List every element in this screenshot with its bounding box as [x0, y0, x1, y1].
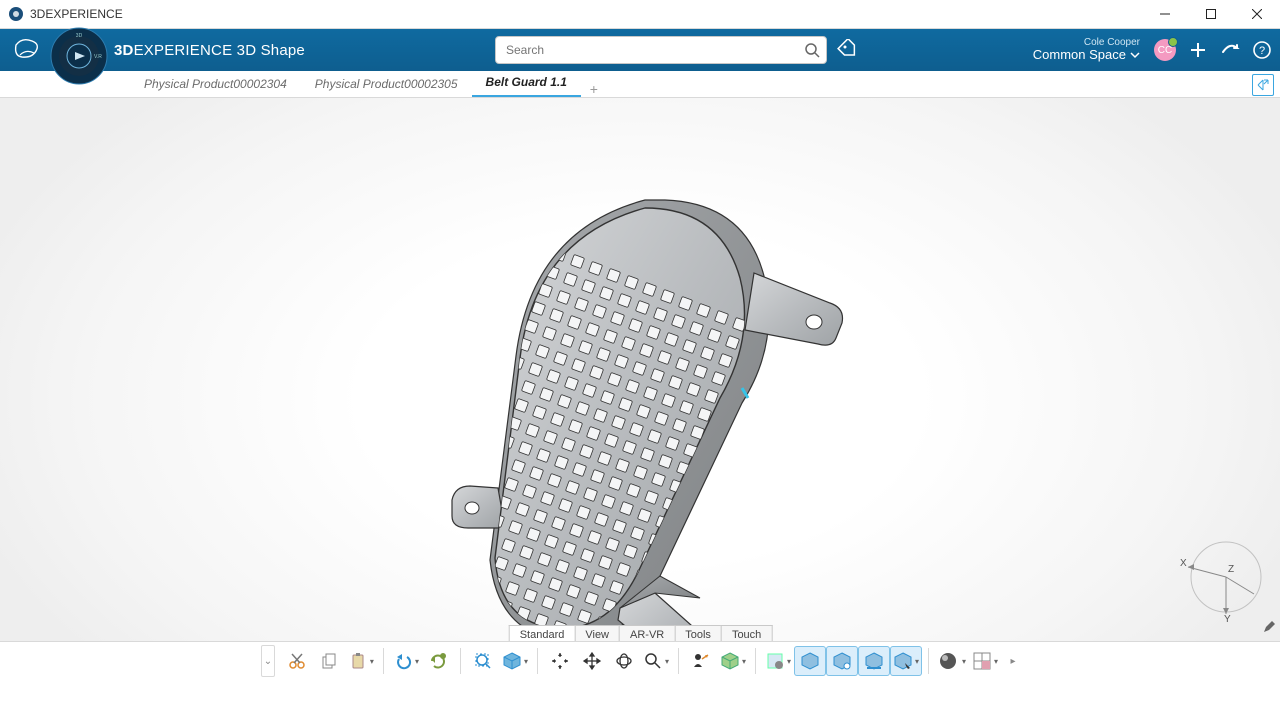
- belt-guard-model: [0, 98, 1280, 680]
- tab-add-button[interactable]: +: [581, 81, 607, 97]
- ds-logo[interactable]: [8, 29, 46, 71]
- update-button[interactable]: [422, 646, 454, 676]
- action-bar: ⌄ ▾ ▾ ▾ ▾ ▾ ▾: [0, 641, 1280, 680]
- share-button[interactable]: [1220, 40, 1240, 60]
- search-button[interactable]: [801, 39, 823, 61]
- tab-physical-product-2304[interactable]: Physical Product00002304: [130, 71, 301, 97]
- perspective-button[interactable]: [826, 646, 858, 676]
- svg-text:V.R: V.R: [94, 54, 102, 60]
- ambient-button[interactable]: [794, 646, 826, 676]
- axis-x-label: X: [1180, 558, 1187, 569]
- cut-button[interactable]: [281, 646, 313, 676]
- window-title: 3DEXPERIENCE: [30, 7, 123, 21]
- undo-button[interactable]: ▾: [390, 646, 422, 676]
- render-style-button[interactable]: ▾: [717, 646, 749, 676]
- svg-text:?: ?: [1259, 45, 1265, 57]
- document-tabbar: Physical Product00002304 Physical Produc…: [0, 71, 1280, 98]
- brand-rest: EXPERIENCE: [134, 42, 233, 59]
- toolbar-expand-left[interactable]: ⌄: [261, 645, 275, 677]
- collapse-panels-button[interactable]: [1252, 74, 1274, 96]
- pan-button[interactable]: [576, 646, 608, 676]
- paste-button[interactable]: ▾: [345, 646, 377, 676]
- compass-icon[interactable]: 3D V.R: [50, 27, 108, 85]
- display-mode-button[interactable]: ▾: [762, 646, 794, 676]
- ground-button[interactable]: [858, 646, 890, 676]
- search-wrap: [495, 36, 827, 64]
- help-button[interactable]: ?: [1252, 40, 1272, 60]
- fit-all-button[interactable]: [467, 646, 499, 676]
- window-minimize-button[interactable]: [1142, 0, 1188, 28]
- viewport-3d[interactable]: X Y Z Standard View AR-VR Tools Touch ⌄ …: [0, 98, 1280, 680]
- recenter-button[interactable]: [544, 646, 576, 676]
- app-icon: [8, 6, 24, 22]
- copy-button[interactable]: [313, 646, 345, 676]
- chevron-down-icon: [1130, 50, 1140, 60]
- window-maximize-button[interactable]: [1188, 0, 1234, 28]
- brand-bold: 3D: [114, 42, 134, 59]
- tab-physical-product-2305[interactable]: Physical Product00002305: [301, 71, 472, 97]
- window-titlebar: 3DEXPERIENCE: [0, 0, 1280, 29]
- annotation-pencil-icon[interactable]: [1262, 620, 1276, 634]
- zoom-button[interactable]: ▾: [640, 646, 672, 676]
- user-block[interactable]: Cole Cooper Common Space: [1033, 37, 1140, 62]
- selection-mode-button[interactable]: ▾: [890, 646, 922, 676]
- appearance-button[interactable]: ▾: [935, 646, 969, 676]
- space-name: Common Space: [1033, 48, 1126, 62]
- svg-text:3D: 3D: [76, 33, 83, 39]
- toolbar-expand-right[interactable]: ▸: [1007, 646, 1019, 676]
- axis-z-label: Z: [1228, 564, 1234, 575]
- app-header: 3D V.R 3DEXPERIENCE 3D Shape Cole Cooper…: [0, 29, 1280, 71]
- app-name: 3DEXPERIENCE 3D Shape: [114, 42, 305, 59]
- avatar[interactable]: CC: [1154, 39, 1176, 61]
- view-orientation-button[interactable]: ▾: [499, 646, 531, 676]
- window-close-button[interactable]: [1234, 0, 1280, 28]
- axis-y-label: Y: [1224, 614, 1231, 622]
- tag-icon[interactable]: [837, 39, 859, 61]
- view-triad[interactable]: X Y Z: [1166, 532, 1266, 622]
- app-module: 3D Shape: [237, 42, 305, 59]
- add-button[interactable]: [1188, 40, 1208, 60]
- look-at-button[interactable]: [685, 646, 717, 676]
- presence-dot: [1168, 37, 1178, 47]
- collab-space-selector: Common Space: [1033, 48, 1140, 62]
- rotate-button[interactable]: [608, 646, 640, 676]
- grid-button[interactable]: ▾: [969, 646, 1001, 676]
- tab-belt-guard[interactable]: Belt Guard 1.1: [472, 69, 581, 97]
- search-input[interactable]: [495, 36, 827, 64]
